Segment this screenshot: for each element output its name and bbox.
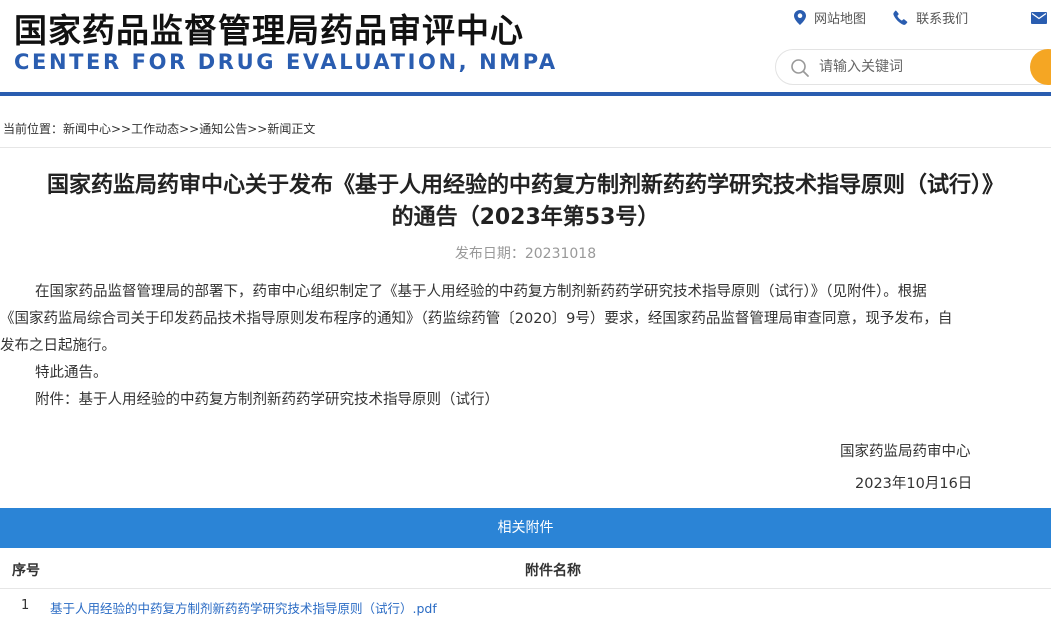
body-paragraph-2: 特此通告。: [35, 365, 108, 381]
attachments-header: 相关附件: [0, 508, 1051, 548]
publish-date: 发布日期：20231018: [454, 246, 597, 262]
contact-label: 联系我们: [916, 12, 969, 27]
breadcrumb[interactable]: 当前位置：新闻中心>>工作动态>>通知公告>>新闻正文: [3, 120, 315, 137]
signature-date: 2023年10月16日: [855, 476, 973, 492]
article-body: 在国家药品监督管理局的部署下，药审中心组织制定了《基于人用经验的中药复方制剂新药…: [0, 279, 1051, 414]
search-input[interactable]: [819, 57, 1019, 77]
column-header-name: 附件名称: [525, 563, 581, 579]
body-paragraph-1-line-2: 《国家药监局综合司关于印发药品技术指导原则发布程序的通知》（药监综药管〔2020…: [0, 311, 953, 327]
attachment-pdf-link[interactable]: 基于人用经验的中药复方制剂新药药学研究技术指导原则（试行）.pdf: [50, 598, 437, 617]
search-icon: [791, 59, 809, 77]
breadcrumb-divider: [0, 147, 1051, 148]
top-links: 网站地图 联系我们: [794, 8, 990, 28]
search-box: [775, 49, 1051, 85]
mail-icon[interactable]: [1031, 12, 1047, 24]
site-logo-cn[interactable]: 国家药品监督管理局药品审评中心: [14, 4, 524, 52]
signature: 国家药监局药审中心: [840, 444, 971, 460]
article-title-line-2: 的通告（2023年第53号）: [391, 205, 660, 230]
phone-icon: [893, 10, 908, 25]
sitemap-label: 网站地图: [814, 12, 867, 27]
attachment-number: 1: [21, 598, 30, 613]
article-title: 国家药监局药审中心关于发布《基于人用经验的中药复方制剂新药药学研究技术指导原则（…: [0, 170, 1051, 234]
body-paragraph-3: 附件：基于人用经验的中药复方制剂新药药学研究技术指导原则（试行）: [35, 392, 499, 408]
header-accent-bar: [0, 92, 1051, 96]
article-title-line-1: 国家药监局药审中心关于发布《基于人用经验的中药复方制剂新药药学研究技术指导原则（…: [46, 173, 1004, 198]
contact-link[interactable]: 联系我们: [893, 8, 968, 27]
column-header-number: 序号: [12, 563, 40, 579]
page: 国家药品监督管理局药品审评中心 CENTER FOR DRUG EVALUATI…: [0, 0, 1051, 622]
body-paragraph-1-line-3: 发布之日起施行。: [0, 338, 116, 354]
body-paragraph-1-line-1: 在国家药品监督管理局的部署下，药审中心组织制定了《基于人用经验的中药复方制剂新药…: [35, 284, 927, 300]
site-header: 国家药品监督管理局药品审评中心 CENTER FOR DRUG EVALUATI…: [0, 0, 1051, 92]
location-pin-icon: [794, 10, 806, 25]
attachments-column-headers: 序号 附件名称: [0, 548, 1051, 589]
site-logo-en[interactable]: CENTER FOR DRUG EVALUATION, NMPA: [14, 50, 558, 74]
sitemap-link[interactable]: 网站地图: [794, 8, 866, 27]
table-row: 1 基于人用经验的中药复方制剂新药药学研究技术指导原则（试行）.pdf: [0, 589, 1051, 622]
